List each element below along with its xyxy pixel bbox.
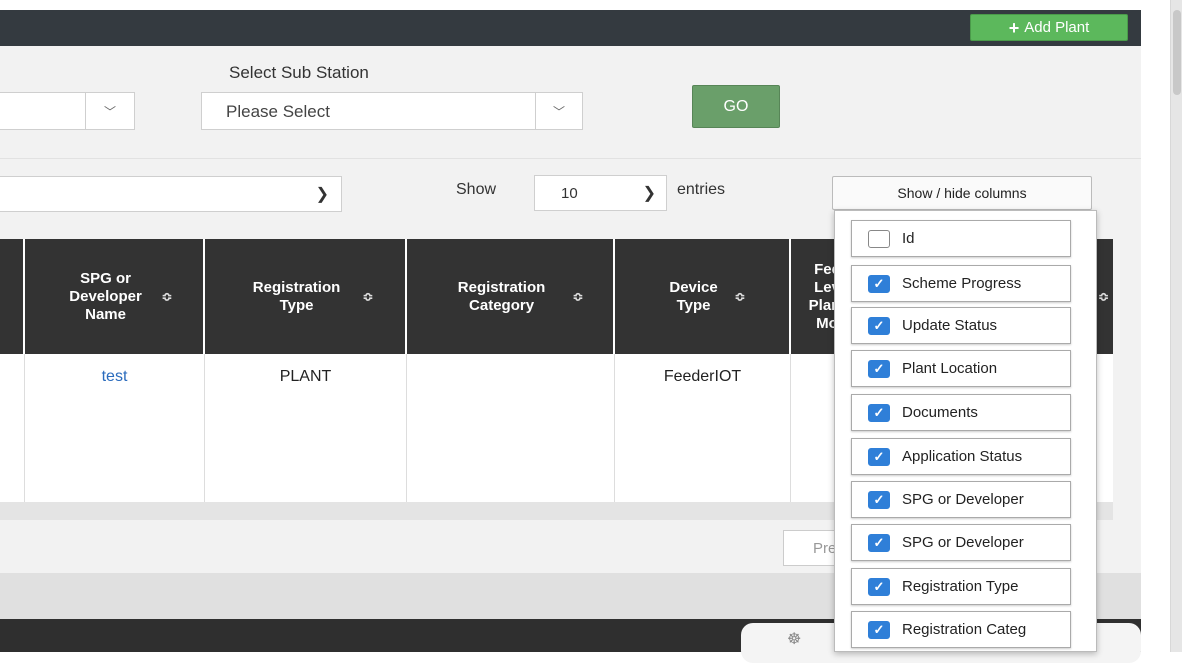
sub-station-label: Select Sub Station	[229, 63, 369, 82]
checkbox-checked-icon[interactable]: ✓	[868, 447, 890, 466]
entries-value: 10	[561, 185, 578, 202]
column-option-update-status[interactable]: ✓ Update Status	[851, 307, 1071, 344]
column-option-label: Scheme Progress	[902, 275, 1022, 292]
checkbox-checked-icon[interactable]: ✓	[868, 620, 890, 639]
show-hide-columns-button[interactable]: Show / hide columns	[832, 176, 1092, 210]
column-header-label: Device Type	[669, 278, 718, 314]
scrollbar-thumb[interactable]	[1173, 10, 1181, 95]
checkbox-unchecked-icon[interactable]	[868, 229, 890, 248]
column-option-label: Registration Type	[902, 578, 1019, 595]
column-header-registration-type[interactable]: Registration Type ≎	[205, 239, 407, 354]
filter-panel: ﹀ Select Sub Station Please Select ﹀ GO	[0, 46, 1141, 159]
checkbox-checked-icon[interactable]: ✓	[868, 490, 890, 509]
plus-icon: +	[1008, 17, 1020, 38]
vertical-scrollbar[interactable]	[1170, 0, 1182, 652]
sort-icon[interactable]: ≎	[573, 288, 584, 306]
column-header-spg-developer-name[interactable]: SPG or Developer Name ≎	[25, 239, 205, 354]
column-option-label: Update Status	[902, 317, 998, 334]
column-option-spg-developer-1[interactable]: ✓ SPG or Developer	[851, 481, 1071, 518]
column-option-documents[interactable]: ✓ Documents	[851, 394, 1071, 431]
column-header-registration-category[interactable]: Registration Category ≎	[407, 239, 615, 354]
checkbox-checked-icon[interactable]: ✓	[868, 359, 890, 378]
entries-label: entries	[677, 181, 726, 198]
checkbox-checked-icon[interactable]: ✓	[868, 316, 890, 335]
column-visibility-menu: Id ✓ Scheme Progress ✓ Update Status ✓ P…	[834, 210, 1097, 652]
checkbox-checked-icon[interactable]: ✓	[868, 577, 890, 596]
column-header-label: Registration Category	[457, 278, 546, 314]
column-option-label: Registration Categ	[902, 621, 1027, 638]
entries-select[interactable]: 10 ❯	[534, 175, 667, 211]
checkbox-checked-icon[interactable]: ✓	[868, 533, 890, 552]
sort-icon[interactable]: ≎	[162, 288, 173, 306]
column-option-registration-category[interactable]: ✓ Registration Categ	[851, 611, 1071, 648]
column-option-label: SPG or Developer	[902, 534, 1024, 551]
chevron-down-icon: ﹀	[85, 93, 134, 129]
top-bar: + Add Plant	[0, 10, 1141, 46]
cell-registration-type: PLANT	[205, 354, 407, 502]
column-option-application-status[interactable]: ✓ Application Status	[851, 438, 1071, 475]
table-cell	[0, 354, 25, 502]
column-option-label: Documents	[902, 404, 978, 421]
sub-station-select[interactable]: Please Select ﹀	[201, 92, 583, 130]
column-option-label: Id	[902, 230, 915, 247]
sort-icon[interactable]: ≎	[1098, 288, 1109, 306]
column-header-label: SPG or Developer Name	[69, 269, 142, 323]
chevron-down-icon: ﹀	[535, 93, 582, 129]
column-option-id[interactable]: Id	[851, 220, 1071, 257]
emblem-icon: ☸	[787, 631, 802, 648]
column-header-label: Registration Type	[252, 278, 341, 314]
column-header-partial[interactable]	[0, 239, 25, 354]
sort-icon[interactable]: ≎	[363, 288, 374, 306]
add-plant-label: Add Plant	[1024, 19, 1090, 36]
chevron-down-icon: ❯	[315, 186, 329, 203]
cell-device-type: FeederIOT	[615, 354, 791, 502]
column-option-label: Plant Location	[902, 360, 998, 377]
checkbox-checked-icon[interactable]: ✓	[868, 274, 890, 293]
column-header-device-type[interactable]: Device Type ≎	[615, 239, 791, 354]
add-plant-button[interactable]: + Add Plant	[970, 14, 1128, 41]
show-label: Show	[456, 181, 497, 198]
column-option-spg-developer-2[interactable]: ✓ SPG or Developer	[851, 524, 1071, 561]
checkbox-checked-icon[interactable]: ✓	[868, 403, 890, 422]
cell-registration-category	[407, 354, 615, 502]
first-filter-select[interactable]: ﹀	[0, 92, 135, 130]
column-option-label: Application Status	[902, 448, 1023, 465]
table-filter-select[interactable]: ❯	[0, 176, 342, 212]
sub-station-value: Please Select	[226, 102, 330, 121]
sort-icon[interactable]: ≎	[735, 288, 746, 306]
column-option-registration-type[interactable]: ✓ Registration Type	[851, 568, 1071, 605]
column-option-scheme-progress[interactable]: ✓ Scheme Progress	[851, 265, 1071, 302]
go-button[interactable]: GO	[692, 85, 780, 128]
chevron-down-icon: ❯	[642, 185, 656, 202]
cell-spg-developer-link[interactable]: test	[25, 354, 205, 502]
column-option-plant-location[interactable]: ✓ Plant Location	[851, 350, 1071, 387]
column-option-label: SPG or Developer	[902, 491, 1024, 508]
